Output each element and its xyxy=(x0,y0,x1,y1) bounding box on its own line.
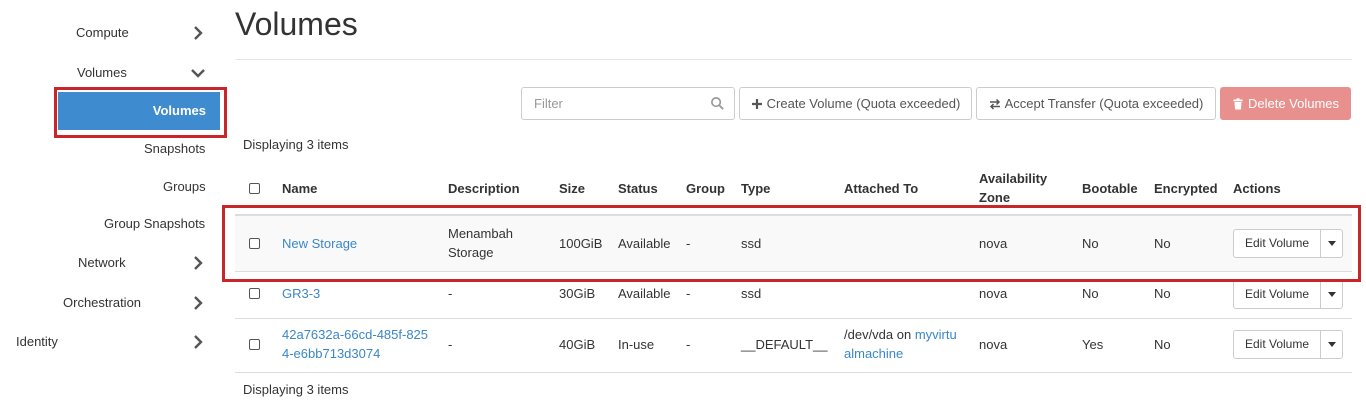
volume-bootable: No xyxy=(1082,286,1099,301)
edit-volume-label: Edit Volume xyxy=(1244,337,1310,351)
volume-name-link[interactable]: GR3-3 xyxy=(282,284,320,303)
nav-compute[interactable]: Compute xyxy=(76,25,129,40)
filter-input[interactable] xyxy=(522,88,702,119)
col-header-size[interactable]: Size xyxy=(559,181,585,196)
caret-down-icon xyxy=(1328,342,1336,347)
volume-encrypted: No xyxy=(1154,286,1171,301)
volume-zone: nova xyxy=(979,337,1008,352)
volume-encrypted: No xyxy=(1154,337,1171,352)
volume-name-link[interactable]: 4-e6bb713d3074 xyxy=(282,344,380,363)
volume-description: - xyxy=(448,337,453,352)
volume-size: 30GiB xyxy=(559,286,596,301)
volume-description: - xyxy=(448,286,453,301)
accept-transfer-button[interactable]: Accept Transfer (Quota exceeded) xyxy=(976,87,1216,120)
col-header-name[interactable]: Name xyxy=(282,181,317,196)
edit-volume-label: Edit Volume xyxy=(1244,287,1310,301)
actions-dropdown-toggle[interactable] xyxy=(1320,331,1343,358)
nav-orchestration[interactable]: Orchestration xyxy=(63,295,141,310)
col-header-description[interactable]: Description xyxy=(448,181,520,196)
create-volume-label: Create Volume (Quota exceeded) xyxy=(766,96,961,111)
search-icon[interactable] xyxy=(710,96,725,111)
title-divider xyxy=(235,59,1352,60)
trash-icon xyxy=(1233,97,1243,109)
volume-name-link[interactable]: 42a7632a-66cd-485f-825 xyxy=(282,325,428,344)
volume-bootable: Yes xyxy=(1082,337,1104,352)
nav-snapshots[interactable]: Snapshots xyxy=(144,141,205,156)
col-header-encrypted[interactable]: Encrypted xyxy=(1154,181,1218,196)
filter-box[interactable] xyxy=(521,87,735,120)
col-header-availability[interactable]: Availability xyxy=(979,171,1047,186)
plus-icon xyxy=(751,98,762,109)
volume-status: Available xyxy=(618,286,671,301)
item-count-top: Displaying 3 items xyxy=(243,137,349,152)
transfer-arrows-icon xyxy=(989,98,1000,110)
chevron-right-icon[interactable] xyxy=(190,334,206,350)
chevron-down-icon[interactable] xyxy=(190,65,206,81)
attached-instance-link[interactable]: almachine xyxy=(844,344,903,363)
col-header-zone[interactable]: Zone xyxy=(979,190,1010,206)
create-volume-button[interactable]: Create Volume (Quota exceeded) xyxy=(739,87,972,120)
select-all-checkbox[interactable] xyxy=(249,183,260,194)
highlight-outline xyxy=(222,205,1361,282)
nav-groups[interactable]: Groups xyxy=(163,179,206,194)
highlight-outline xyxy=(54,87,227,138)
accept-transfer-label: Accept Transfer (Quota exceeded) xyxy=(1004,96,1204,111)
nav-volumes[interactable]: Volumes xyxy=(77,65,127,80)
volume-group: - xyxy=(686,337,691,352)
nav-identity[interactable]: Identity xyxy=(16,334,58,349)
attached-instance-link[interactable]: myvirtu xyxy=(915,327,957,342)
col-header-attached-to[interactable]: Attached To xyxy=(844,181,918,196)
volume-status: In-use xyxy=(618,337,655,352)
col-header-group[interactable]: Group xyxy=(686,181,725,196)
col-header-type[interactable]: Type xyxy=(741,181,770,196)
volume-group: - xyxy=(686,286,691,301)
col-header-status[interactable]: Status xyxy=(618,181,658,196)
delete-volumes-button[interactable]: Delete Volumes xyxy=(1220,87,1351,120)
nav-group-snapshots[interactable]: Group Snapshots xyxy=(104,216,205,231)
col-header-actions: Actions xyxy=(1233,181,1281,196)
actions-dropdown-toggle[interactable] xyxy=(1320,281,1343,308)
edit-volume-button[interactable]: Edit Volume xyxy=(1233,330,1343,359)
col-header-bootable[interactable]: Bootable xyxy=(1082,181,1138,196)
page-title: Volumes xyxy=(235,6,358,42)
attached-device: /dev/vda on xyxy=(844,327,912,342)
edit-volume-button[interactable]: Edit Volume xyxy=(1233,280,1343,309)
volume-size: 40GiB xyxy=(559,337,596,352)
volume-type: ssd xyxy=(741,286,762,301)
volume-zone: nova xyxy=(979,286,1008,301)
item-count-bottom: Displaying 3 items xyxy=(243,382,349,397)
row-checkbox[interactable] xyxy=(249,288,260,299)
chevron-right-icon[interactable] xyxy=(190,25,206,41)
attached-to: /dev/vda on myvirtu xyxy=(844,325,957,344)
volume-type: __DEFAULT__ xyxy=(741,337,828,352)
delete-volumes-label: Delete Volumes xyxy=(1247,96,1340,111)
sidebar: Compute Volumes Volumes Snapshots Groups… xyxy=(0,0,227,407)
row-checkbox[interactable] xyxy=(249,339,260,350)
caret-down-icon xyxy=(1328,292,1336,297)
row-divider xyxy=(235,318,1352,319)
chevron-right-icon[interactable] xyxy=(190,295,206,311)
chevron-right-icon[interactable] xyxy=(190,255,206,271)
nav-network[interactable]: Network xyxy=(78,255,126,270)
row-divider xyxy=(235,372,1352,373)
